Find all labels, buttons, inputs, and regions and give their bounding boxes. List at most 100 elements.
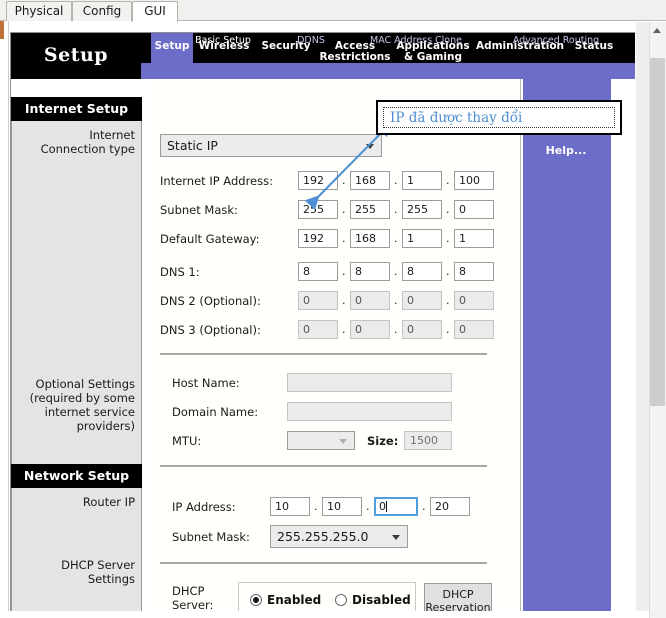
section-divider	[160, 353, 487, 355]
sub-menu-ddns[interactable]: DDNS	[281, 35, 341, 48]
default-gateway-octet-4[interactable]: 1	[454, 229, 494, 248]
sub-menu-bar	[141, 63, 635, 79]
octet-separator: .	[446, 265, 450, 278]
octet-separator: .	[314, 500, 318, 513]
octet-separator: .	[394, 323, 398, 336]
dns1-octet-1[interactable]: 8	[298, 262, 338, 281]
window-bottom-strip	[0, 611, 649, 618]
default-gateway-octet-3[interactable]: 1	[402, 229, 442, 248]
sub-menu-advanced-routing[interactable]: Advanced Routing	[491, 35, 621, 48]
dhcp-reservation-line1: DHCP	[442, 588, 474, 601]
octet-separator: .	[394, 265, 398, 278]
octet-separator: .	[422, 500, 426, 513]
router-subnet-mask-select[interactable]: 255.255.255.0	[270, 525, 408, 548]
router-ip-octet-2[interactable]: 10	[322, 497, 362, 516]
mtu-size-input[interactable]: 1500	[404, 431, 452, 450]
help-side-panel	[521, 79, 611, 618]
mtu-label: MTU:	[172, 434, 202, 448]
mtu-size-label: Size:	[367, 434, 399, 448]
tab-gui-active-cover	[133, 19, 177, 22]
host-name-input[interactable]	[287, 373, 452, 392]
router-ip-side-label: Router IP	[82, 495, 135, 509]
radio-selected-dot	[253, 597, 259, 603]
dhcp-disabled-radio[interactable]	[335, 594, 347, 606]
octet-separator: .	[446, 323, 450, 336]
internet-subnet-mask-label: Subnet Mask:	[160, 203, 238, 217]
optional-settings-label: Optional Settings (required by some inte…	[16, 377, 135, 433]
internet-ip-address-label: Internet IP Address:	[160, 174, 273, 188]
network-setup-labels: Router IP DHCP Server Settings	[11, 488, 142, 618]
chevron-down-icon	[339, 438, 347, 444]
dns1-octet-3[interactable]: 8	[402, 262, 442, 281]
dns3-octet-3[interactable]: 0	[402, 320, 442, 339]
internet-subnet-octet-3[interactable]: 255	[402, 200, 442, 219]
domain-name-input[interactable]	[287, 402, 452, 421]
tab-config[interactable]: Config	[72, 1, 132, 21]
octet-separator: .	[394, 232, 398, 245]
router-ip-octet-1[interactable]: 10	[270, 497, 310, 516]
help-link[interactable]: Help...	[521, 144, 611, 157]
label-line-internet: Internet	[89, 128, 135, 142]
label-line-required-by-some: (required by some	[29, 391, 135, 405]
vertical-scrollbar-thumb[interactable]	[650, 58, 665, 406]
dns1-label: DNS 1:	[160, 265, 200, 279]
octet-separator: .	[342, 323, 346, 336]
octet-separator: .	[446, 203, 450, 216]
section-divider	[160, 465, 487, 467]
window-right-gutter	[636, 22, 649, 618]
label-line-providers: providers)	[76, 419, 135, 433]
internet-subnet-octet-4[interactable]: 0	[454, 200, 494, 219]
router-brand-title: Setup	[11, 33, 141, 79]
octet-separator: .	[446, 294, 450, 307]
mtu-select[interactable]	[287, 431, 355, 450]
left-edge-accent	[0, 21, 4, 39]
router-subnet-mask-label: Subnet Mask:	[172, 530, 250, 544]
label-line-optional-settings: Optional Settings	[35, 377, 135, 391]
gui-page: Setup Setup Wireless Security Access Rest…	[0, 21, 666, 618]
dns1-octet-4[interactable]: 8	[454, 262, 494, 281]
device-tab-strip: Physical Config GUI	[0, 0, 666, 22]
octet-separator: .	[342, 232, 346, 245]
router-ip-octet-3-value: 0	[379, 500, 386, 513]
domain-name-label: Domain Name:	[172, 405, 259, 419]
router-header: Setup Setup Wireless Security Access Rest…	[11, 33, 635, 79]
annotation-callout-border: IP đã được thay đổi	[383, 107, 615, 128]
text-caret	[386, 501, 387, 512]
tab-physical[interactable]: Physical	[6, 1, 72, 21]
internet-connection-type-label: Internet Connection type Optional Settin…	[11, 121, 142, 464]
annotation-callout-text: IP đã được thay đổi	[390, 110, 523, 126]
router-ip-octet-4[interactable]: 20	[430, 497, 470, 516]
dns2-octet-2[interactable]: 0	[350, 291, 390, 310]
section-divider	[160, 562, 487, 564]
octet-separator: .	[342, 265, 346, 278]
octet-separator: .	[446, 174, 450, 187]
dns3-octet-4[interactable]: 0	[454, 320, 494, 339]
dns1-octet-2[interactable]: 8	[350, 262, 390, 281]
dns3-octet-1[interactable]: 0	[298, 320, 338, 339]
internet-ip-octet-4[interactable]: 100	[454, 171, 494, 190]
internet-ip-octet-3[interactable]: 1	[402, 171, 442, 190]
dhcp-server-label: DHCP Server:	[172, 584, 213, 612]
sub-menu-basic-setup[interactable]: Basic Setup	[183, 35, 263, 48]
octet-separator: .	[394, 294, 398, 307]
default-gateway-octet-1[interactable]: 192	[298, 229, 338, 248]
chevron-down-icon	[392, 534, 400, 540]
sub-menu-mac-address-clone[interactable]: MAC Address Clone	[351, 35, 481, 48]
browser-left-edge	[0, 21, 9, 618]
dns2-octet-1[interactable]: 0	[298, 291, 338, 310]
default-gateway-octet-2[interactable]: 168	[350, 229, 390, 248]
scroll-up-arrow-icon[interactable]	[653, 28, 661, 33]
dhcp-enabled-radio[interactable]	[250, 594, 262, 606]
dns2-octet-4[interactable]: 0	[454, 291, 494, 310]
router-ip-octet-3[interactable]: 0	[374, 497, 418, 516]
dns2-octet-3[interactable]: 0	[402, 291, 442, 310]
dhcp-disabled-label[interactable]: Disabled	[352, 593, 411, 607]
label-line-internet-service: internet service	[44, 405, 135, 419]
dns3-octet-2[interactable]: 0	[350, 320, 390, 339]
dhcp-enabled-label[interactable]: Enabled	[267, 593, 321, 607]
dhcp-server-label-line2: Server:	[172, 598, 214, 612]
octet-separator: .	[366, 500, 370, 513]
gui-right-margin	[611, 79, 635, 618]
label-line-settings: Settings	[87, 572, 135, 586]
dns2-label: DNS 2 (Optional):	[160, 294, 261, 308]
